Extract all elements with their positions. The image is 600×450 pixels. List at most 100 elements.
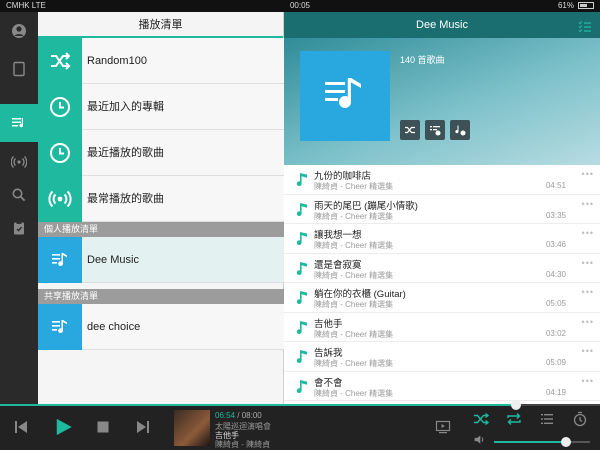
song-title: 還是會寂寞: [314, 259, 362, 271]
now-playing-album: 太陽巡迴演唱會: [215, 422, 271, 431]
clock-icon: [50, 97, 70, 117]
clipboard-button[interactable]: [0, 209, 38, 247]
song-count: 140 首歌曲: [400, 55, 445, 65]
radio-icon: [11, 156, 27, 168]
progress-handle[interactable]: [511, 400, 521, 410]
playlists-title: 播放清單: [38, 12, 283, 38]
song-row[interactable]: 還是會寂寞 陳綺貞 - Cheer 精選集 04:30 •••: [284, 254, 600, 283]
device-button[interactable]: [0, 50, 38, 88]
repeat-toggle[interactable]: [505, 410, 523, 428]
profile-icon: [12, 24, 26, 38]
playlist-item-most-played[interactable]: 最常播放的歌曲: [38, 176, 284, 222]
playlist-item-random100[interactable]: Random100: [38, 38, 284, 84]
song-row[interactable]: 會不會 陳綺貞 - Cheer 精選集 04:19 •••: [284, 372, 600, 401]
shuffle-play-button[interactable]: [400, 120, 420, 140]
playback-progress[interactable]: [0, 400, 600, 410]
battery-percent: 61%: [557, 1, 574, 10]
music-note-icon: [296, 350, 307, 364]
total-time: 08:00: [241, 411, 262, 420]
shared-playlists-header: 共享播放清單: [38, 289, 284, 304]
playlist-item-dee-music[interactable]: Dee Music: [38, 237, 284, 283]
music-note-icon: [296, 202, 307, 216]
more-options-icon[interactable]: •••: [582, 258, 594, 268]
song-artist: 陳綺貞 - Cheer 精選集: [314, 329, 394, 339]
playlist-label: Dee Music: [87, 254, 139, 266]
personal-playlists-header: 個人播放清單: [38, 222, 284, 237]
playlist-note-icon: [52, 253, 67, 267]
skip-next-icon: [137, 421, 149, 433]
now-playing-info: 太陽巡迴演唱會 吉他手 陳綺貞 - 陳綺貞: [215, 422, 271, 449]
stop-button[interactable]: [94, 418, 112, 436]
previous-button[interactable]: [12, 418, 30, 436]
song-duration: 03:02: [545, 328, 566, 338]
add-to-playlist-icon: [455, 125, 466, 136]
more-options-icon[interactable]: •••: [582, 199, 594, 209]
shuffle-icon: [405, 126, 415, 134]
song-artist: 陳綺貞 - Cheer 精選集: [314, 300, 394, 309]
playlist-item-recent-albums[interactable]: 最近加入的專輯: [38, 84, 284, 130]
repeat-icon: [507, 413, 521, 425]
volume-handle[interactable]: [561, 437, 571, 447]
playlist-cover: [300, 51, 390, 141]
song-artist: 陳綺貞 - Cheer 精選集: [314, 211, 394, 221]
song-row[interactable]: 讓我想一想 陳綺貞 - Cheer 精選集 03:46 •••: [284, 224, 600, 254]
song-duration: 03:46: [545, 240, 566, 249]
profile-button[interactable]: [0, 12, 38, 50]
volume-icon-wrap: [472, 432, 486, 446]
shuffle-icon: [51, 52, 71, 70]
more-options-icon[interactable]: •••: [582, 228, 594, 238]
song-title: 吉他手: [314, 318, 343, 330]
song-row[interactable]: 雨天的尾巴 (蹦尾小情歌) 陳綺貞 - Cheer 精選集 03:35 •••: [284, 195, 600, 224]
song-row[interactable]: 告訴我 陳綺貞 - Cheer 精選集 05:09 •••: [284, 342, 600, 372]
song-row[interactable]: 吉他手 陳綺貞 - Cheer 精選集 03:02 •••: [284, 313, 600, 342]
more-options-icon[interactable]: •••: [582, 376, 594, 386]
now-playing-cover[interactable]: [174, 410, 210, 446]
sleep-timer-button[interactable]: [571, 410, 589, 428]
music-note-icon: [296, 291, 307, 305]
music-note-icon: [296, 173, 307, 187]
add-to-playlist-button[interactable]: [450, 120, 470, 140]
status-bar: CMHK LTE 00:05 61%: [0, 0, 600, 12]
more-options-icon[interactable]: •••: [582, 287, 594, 297]
playlist-label: 最近加入的專輯: [87, 101, 164, 113]
elapsed-time: 06:54: [215, 411, 236, 420]
song-duration: 04:30: [545, 269, 566, 279]
playlists-button[interactable]: [0, 104, 38, 142]
more-options-icon[interactable]: •••: [582, 169, 594, 179]
more-options-icon[interactable]: •••: [582, 317, 594, 327]
playlist-label: 最近播放的歌曲: [87, 147, 164, 159]
queue-button[interactable]: [538, 410, 556, 428]
play-button[interactable]: [52, 416, 74, 438]
clipboard-icon: [14, 221, 24, 235]
stop-icon: [97, 421, 109, 433]
playback-time: 06:54 / 08:00: [215, 411, 262, 420]
song-row[interactable]: 九份的咖啡店 陳綺貞 - Cheer 精選集 04:51 •••: [284, 165, 600, 195]
playlist-label: Random100: [87, 55, 147, 67]
clock: 00:05: [289, 1, 311, 10]
add-to-queue-button[interactable]: [425, 120, 445, 140]
screen-output-icon: [435, 420, 451, 434]
playlist-item-recent-played[interactable]: 最近播放的歌曲: [38, 130, 284, 176]
volume-slider[interactable]: [494, 437, 590, 447]
song-artist: 陳綺貞 - Cheer 精選集: [314, 270, 394, 280]
airplay-button[interactable]: [434, 418, 452, 436]
song-title: 雨天的尾巴 (蹦尾小情歌): [314, 200, 418, 212]
playlist-detail-panel: Dee Music 140 首歌曲 九份的咖啡店 陳綺貞 - Cheer 精選集 0…: [284, 12, 600, 404]
music-note-icon: [296, 232, 307, 246]
song-artist: 陳綺貞 - Cheer 精選集: [314, 182, 394, 191]
playlist-hero: 140 首歌曲: [284, 38, 600, 165]
playlist-item-dee-choice[interactable]: dee choice: [38, 304, 284, 350]
now-playing-title: 吉他手: [215, 431, 239, 440]
playlist-icon: [12, 118, 23, 128]
song-row[interactable]: 躺在你的衣櫃 (Guitar) 陳綺貞 - Cheer 精選集 05:05 •••: [284, 283, 600, 313]
battery-icon: [578, 2, 594, 9]
skip-previous-icon: [15, 421, 27, 433]
clock-icon: [50, 143, 70, 163]
music-note-icon: [296, 261, 307, 275]
next-button[interactable]: [134, 418, 152, 436]
playlist-label: dee choice: [87, 321, 141, 333]
more-options-icon[interactable]: •••: [582, 346, 594, 356]
song-duration: 05:09: [545, 358, 566, 367]
shuffle-toggle[interactable]: [472, 410, 490, 428]
music-note-icon: [296, 320, 307, 334]
